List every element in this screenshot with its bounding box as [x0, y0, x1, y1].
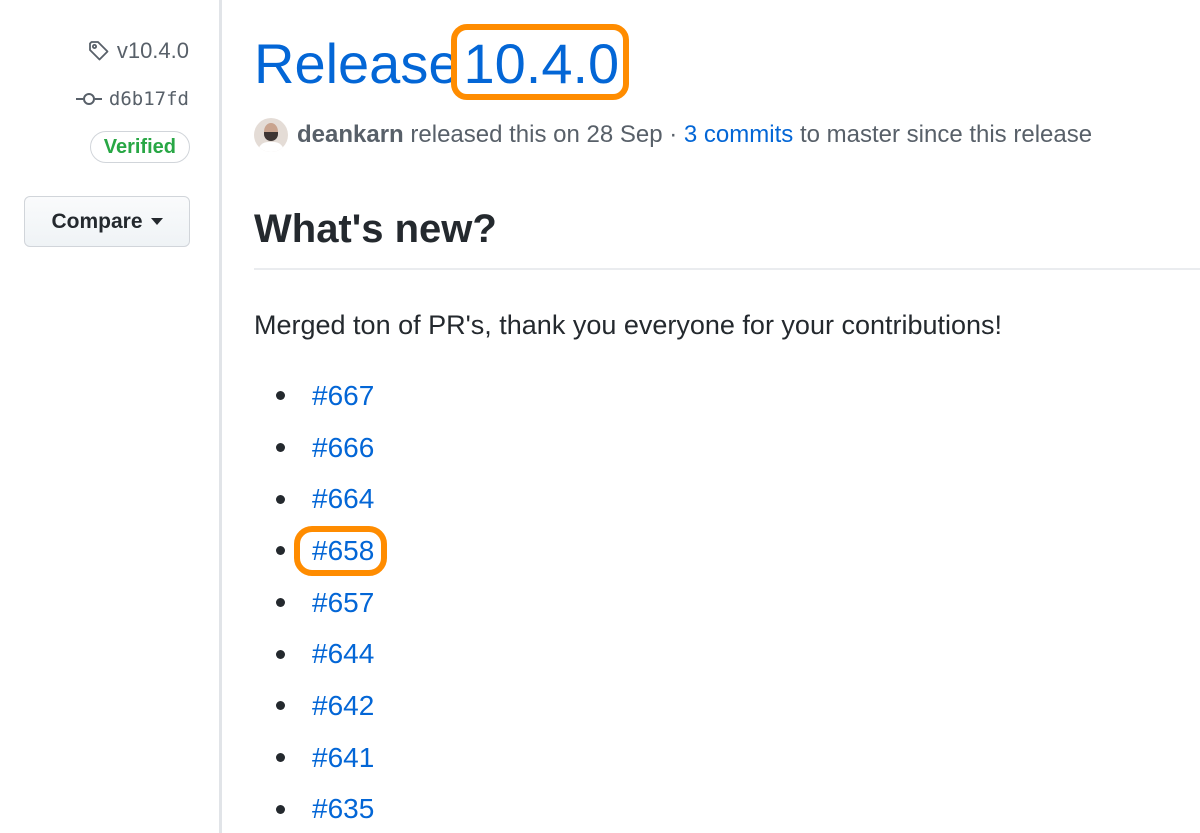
author-link[interactable]: deankarn	[297, 121, 404, 149]
bullet	[276, 546, 285, 556]
release-intro: Merged ton of PR's, thank you everyone f…	[254, 310, 1003, 340]
commit-link[interactable]: d6b17fd	[75, 88, 189, 110]
tag-icon	[87, 39, 111, 63]
pr-link[interactable]: #644	[312, 638, 374, 670]
pr-link[interactable]: #635	[312, 793, 374, 825]
avatar[interactable]	[254, 118, 288, 152]
pr-link[interactable]: #667	[312, 380, 374, 412]
list-item: #657	[276, 577, 374, 629]
pr-link[interactable]: #666	[312, 432, 374, 464]
release-version-wrap: 10.4.0	[451, 24, 630, 100]
compare-button[interactable]: Compare	[24, 196, 190, 247]
pr-link[interactable]: #642	[312, 690, 374, 722]
pr-link[interactable]: #657	[312, 587, 374, 619]
git-commit-icon	[75, 90, 103, 108]
list-item: #644	[276, 628, 374, 680]
released-text: released this on 28 Sep ·	[410, 121, 678, 148]
caret-down-icon	[150, 218, 163, 225]
compare-label: Compare	[51, 209, 143, 233]
list-item: #635	[276, 784, 374, 833]
release-byline: deankarn released this on 28 Sep · 3 com…	[254, 118, 1092, 152]
list-item: #658	[276, 525, 388, 577]
list-item: #642	[276, 680, 374, 732]
pr-list: #667 #666 #664 #658 #657 #644 #642 #641 …	[276, 370, 388, 833]
bullet	[276, 804, 285, 814]
pr-link-text: #658	[312, 534, 375, 566]
commit-sha: d6b17fd	[108, 88, 189, 110]
bullet	[276, 443, 285, 453]
heading-divider	[254, 268, 1200, 270]
tag-name: v10.4.0	[116, 38, 189, 63]
bullet	[276, 649, 285, 659]
release-title-prefix: Release	[254, 32, 460, 95]
bullet	[276, 598, 285, 608]
sidebar-divider	[219, 0, 222, 833]
release-version: 10.4.0	[463, 32, 620, 95]
release-meta-sidebar: v10.4.0 d6b17fd Verified Compare	[0, 0, 220, 833]
release-title[interactable]: Release10.4.0	[254, 24, 630, 100]
pr-link[interactable]: #664	[312, 483, 374, 515]
list-item: #664	[276, 473, 374, 525]
bullet	[276, 494, 285, 504]
bullet	[276, 391, 285, 401]
pr-link-highlighted[interactable]: #658	[294, 525, 388, 576]
bullet	[276, 701, 285, 711]
commits-suffix: to master since this release	[799, 121, 1093, 148]
section-heading: What's new?	[254, 207, 497, 251]
release-page: v10.4.0 d6b17fd Verified Compare Release…	[0, 0, 1200, 833]
list-item: #667	[276, 370, 374, 422]
bullet	[276, 753, 285, 763]
tag-link[interactable]: v10.4.0	[87, 38, 189, 64]
commits-link[interactable]: 3 commits	[684, 121, 793, 149]
verified-badge[interactable]: Verified	[89, 131, 190, 163]
list-item: #641	[276, 732, 374, 784]
pr-link[interactable]: #641	[312, 742, 374, 774]
list-item: #666	[276, 422, 374, 474]
